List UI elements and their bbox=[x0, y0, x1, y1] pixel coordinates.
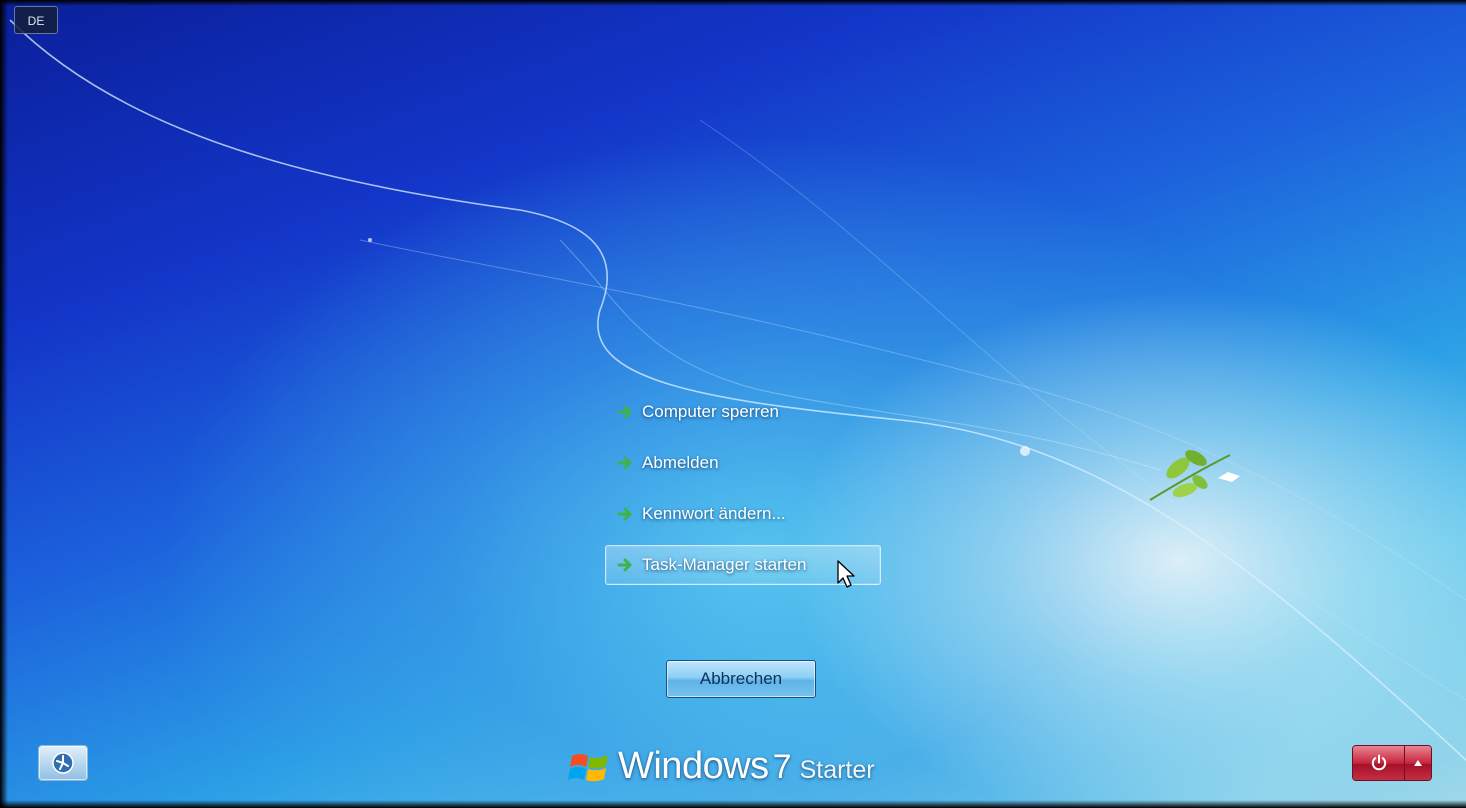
bezel bbox=[0, 800, 1466, 808]
log-off-option[interactable]: Abmelden bbox=[605, 443, 881, 483]
green-arrow-icon bbox=[617, 405, 632, 419]
green-arrow-icon bbox=[617, 456, 632, 470]
menu-item-label: Computer sperren bbox=[642, 402, 780, 421]
triangle-up-icon bbox=[1414, 760, 1422, 766]
green-arrow-icon bbox=[617, 558, 632, 572]
sparkle bbox=[1020, 446, 1030, 456]
windows-flag-icon bbox=[568, 754, 608, 782]
menu-item-label: Abmelden bbox=[642, 453, 719, 472]
shutdown-options-button[interactable] bbox=[1405, 746, 1431, 780]
windows-logo: Windows 7 Starter bbox=[568, 745, 875, 791]
lock-computer-option[interactable]: Computer sperren bbox=[605, 392, 881, 432]
bezel bbox=[0, 0, 1466, 6]
change-password-option[interactable]: Kennwort ändern... bbox=[605, 494, 881, 534]
cancel-button[interactable]: Abbrechen bbox=[666, 660, 816, 698]
sparkle bbox=[368, 238, 372, 242]
logo-version: 7 bbox=[772, 748, 792, 786]
shutdown-button[interactable] bbox=[1353, 746, 1405, 780]
mouse-cursor-icon bbox=[837, 560, 855, 588]
ease-of-access-icon bbox=[52, 752, 74, 774]
language-indicator[interactable]: DE bbox=[14, 6, 58, 34]
green-arrow-icon bbox=[617, 507, 632, 521]
power-icon bbox=[1371, 754, 1386, 771]
logo-edition: Starter bbox=[799, 756, 875, 784]
bezel bbox=[0, 0, 8, 808]
leaf-decoration bbox=[1149, 450, 1240, 501]
menu-item-label: Task-Manager starten bbox=[642, 555, 807, 574]
ease-of-access-button[interactable] bbox=[38, 745, 88, 781]
logo-word: Windows bbox=[618, 745, 769, 787]
secure-desktop-screen: DE Computer sperren Abmelden Kennwort än… bbox=[0, 0, 1466, 808]
menu-item-label: Kennwort ändern... bbox=[642, 504, 786, 523]
power-button-group bbox=[1352, 745, 1432, 781]
